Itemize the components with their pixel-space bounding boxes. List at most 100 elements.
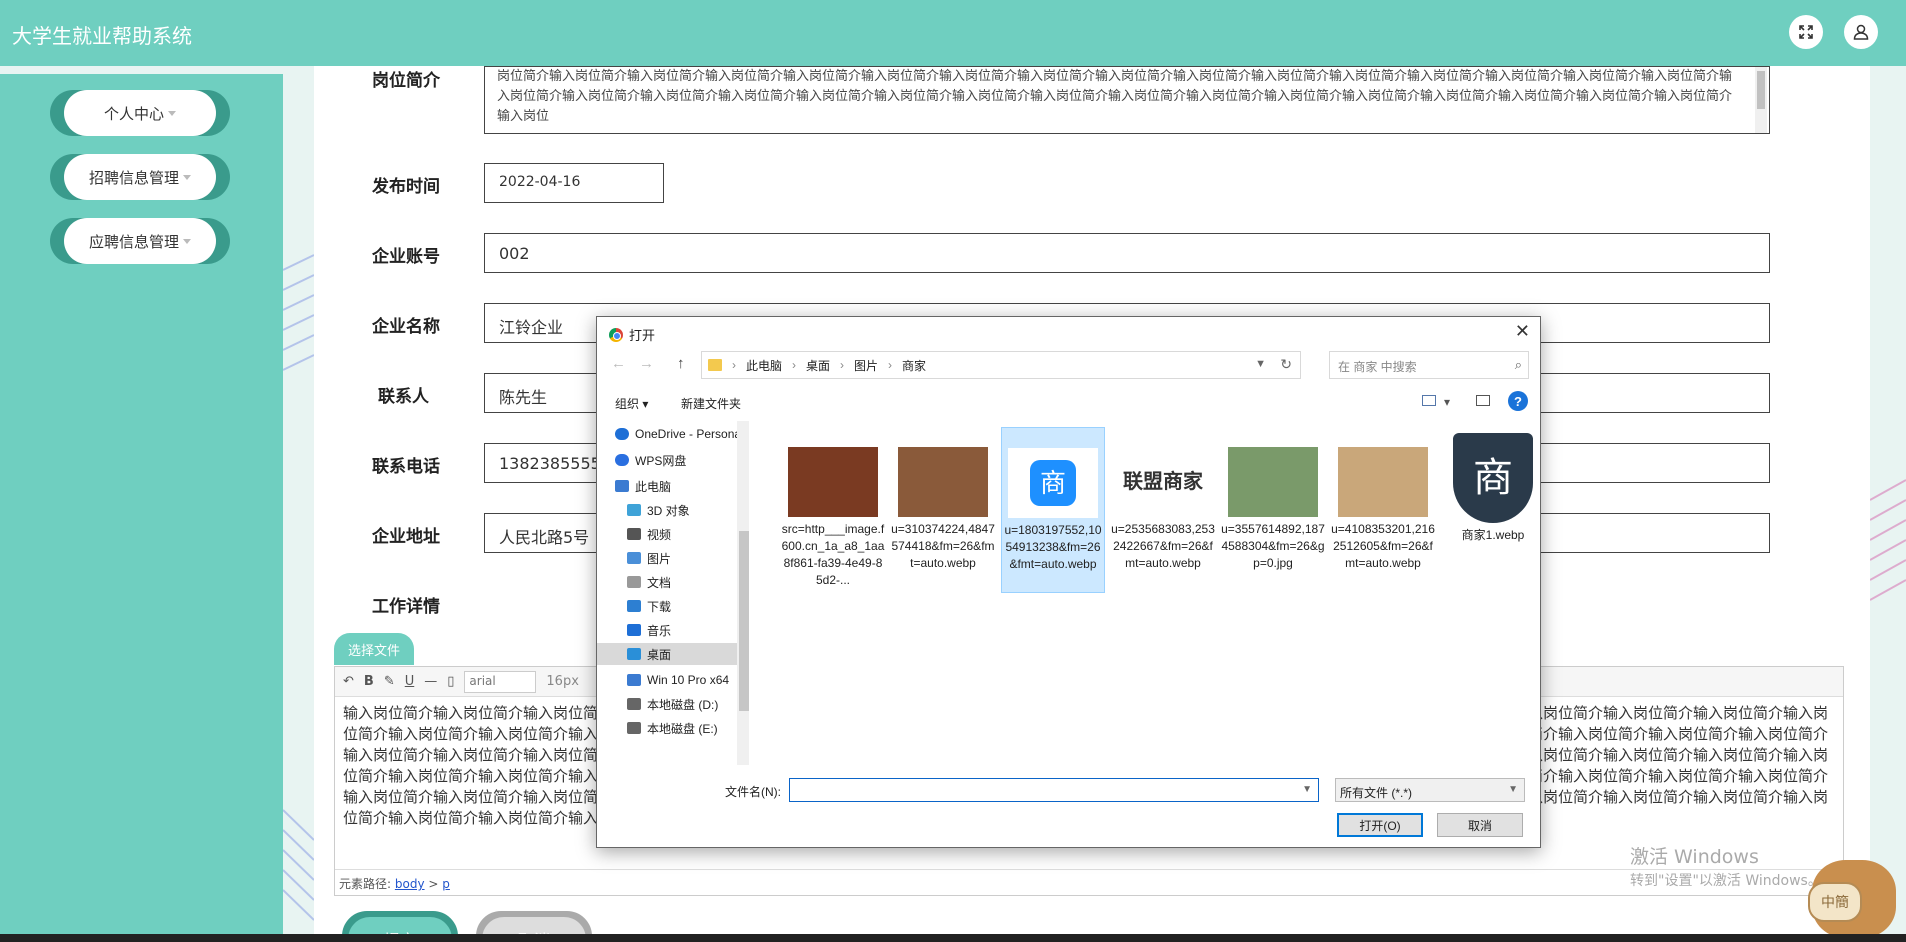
bold-icon[interactable]: B bbox=[364, 674, 374, 689]
file-item[interactable]: u=3557614892,1874588304&fm=26&gp=0.jpg bbox=[1221, 427, 1325, 572]
organize-label: 组织 bbox=[615, 397, 640, 411]
tree-item-win10[interactable]: Win 10 Pro x64 bbox=[627, 669, 749, 691]
publish-time-input[interactable]: 2022-04-16 bbox=[484, 163, 664, 203]
app-title: 大学生就业帮助系统 bbox=[12, 24, 192, 48]
sidebar-item-label: 个人中心 bbox=[103, 104, 164, 123]
description-scrollbar[interactable] bbox=[1755, 67, 1767, 133]
breadcrumb-item[interactable]: 图片 bbox=[854, 357, 878, 374]
sidebar-item-recruitment[interactable]: 招聘信息管理 bbox=[50, 154, 230, 200]
file-item[interactable]: src=http___image.f600.cn_1a_a8_1aa8f861-… bbox=[781, 427, 885, 589]
mascot-badge[interactable]: 中簡 bbox=[1808, 882, 1862, 922]
file-item-selected[interactable]: 商 u=1803197552,1054913238&fm=26&fmt=auto… bbox=[1001, 427, 1105, 593]
font-family-select[interactable]: arial bbox=[464, 670, 537, 693]
tree-item-music[interactable]: 音乐 bbox=[627, 619, 749, 641]
format-painter-icon[interactable]: ✎ bbox=[384, 674, 395, 689]
file-item[interactable]: u=4108353201,2162512605&fm=26&fmt=auto.w… bbox=[1331, 427, 1435, 572]
path-p-link[interactable]: p bbox=[442, 877, 450, 891]
field-label-publish-time: 发布时间 bbox=[372, 177, 440, 197]
user-icon bbox=[1853, 24, 1869, 40]
file-item[interactable]: 联盟商家 u=2535683083,2532422667&fm=26&fmt=a… bbox=[1111, 427, 1215, 572]
tree-item-label: 本地磁盘 (D:) bbox=[647, 697, 719, 712]
dialog-title-bar: 打开 bbox=[609, 325, 655, 344]
choose-file-button[interactable]: 选择文件 bbox=[334, 633, 414, 665]
tree-item-documents[interactable]: 文档 bbox=[627, 571, 749, 593]
tree-item-drive-d[interactable]: 本地磁盘 (D:) bbox=[627, 693, 749, 715]
tree-scrollbar[interactable] bbox=[737, 421, 749, 765]
up-icon[interactable]: ↑ bbox=[677, 355, 685, 372]
horizontal-rule-icon[interactable]: — bbox=[424, 674, 437, 689]
breadcrumb-item[interactable]: 此电脑 bbox=[746, 357, 782, 374]
file-name: u=310374224,4847574418&fm=26&fmt=auto.we… bbox=[891, 522, 995, 570]
filetype-select[interactable]: 所有文件 (*.*) ▼ bbox=[1335, 778, 1525, 802]
file-item[interactable]: u=310374224,4847574418&fm=26&fmt=auto.we… bbox=[891, 427, 995, 572]
forward-icon[interactable]: → bbox=[639, 355, 654, 372]
file-name: 商家1.webp bbox=[1461, 528, 1525, 542]
tree-item-wps[interactable]: WPS网盘 bbox=[615, 449, 749, 471]
tree-item-this-pc[interactable]: 此电脑 bbox=[615, 475, 749, 497]
view-mode-icon[interactable] bbox=[1422, 395, 1436, 406]
computer-icon bbox=[615, 480, 629, 492]
user-button[interactable] bbox=[1844, 15, 1878, 49]
dialog-toolbar: 组织 ▾ 新建文件夹 ▾ ? bbox=[597, 387, 1540, 417]
breadcrumb-item[interactable]: 桌面 bbox=[806, 357, 830, 374]
file-item[interactable]: 商 商家1.webp bbox=[1441, 427, 1545, 544]
breadcrumb-item[interactable]: 商家 bbox=[902, 357, 926, 374]
field-label-company: 企业名称 bbox=[372, 317, 440, 337]
element-path: 元素路径: body > p bbox=[335, 869, 1843, 895]
page-icon[interactable]: ▯ bbox=[447, 674, 454, 689]
expand-icon bbox=[1799, 25, 1813, 39]
filename-row: 文件名(N): ▼ 所有文件 (*.*) ▼ bbox=[597, 775, 1540, 805]
path-body-link[interactable]: body bbox=[395, 877, 425, 891]
open-button[interactable]: 打开(O) bbox=[1337, 813, 1423, 837]
underline-icon[interactable]: U bbox=[405, 674, 415, 689]
new-folder-button[interactable]: 新建文件夹 bbox=[681, 395, 741, 412]
tree-item-label: OneDrive - Personal bbox=[635, 427, 744, 441]
chevron-down-icon[interactable]: ▼ bbox=[1255, 358, 1266, 370]
sidebar-item-personal-center[interactable]: 个人中心 bbox=[50, 90, 230, 136]
filename-input[interactable]: ▼ bbox=[789, 778, 1319, 802]
field-label-address: 企业地址 bbox=[372, 527, 440, 547]
tree-item-label: 此电脑 bbox=[635, 479, 672, 494]
tree-item-pictures[interactable]: 图片 bbox=[627, 547, 749, 569]
drive-icon bbox=[627, 674, 641, 686]
field-label-contact: 联系人 bbox=[378, 387, 429, 407]
sidebar: 个人中心 招聘信息管理 应聘信息管理 bbox=[0, 74, 283, 942]
description-text: 岗位简介输入岗位简介输入岗位简介输入岗位简介输入岗位简介输入岗位简介输入岗位简介… bbox=[497, 69, 1733, 124]
close-icon[interactable]: ✕ bbox=[1515, 321, 1530, 342]
font-size-select[interactable]: 16px bbox=[546, 674, 579, 689]
chevron-right-icon: › bbox=[840, 358, 845, 372]
dialog-cancel-button[interactable]: 取消 bbox=[1437, 813, 1523, 837]
filename-label: 文件名(N): bbox=[725, 785, 781, 799]
tree-item-videos[interactable]: 视频 bbox=[627, 523, 749, 545]
tree-item-3d-objects[interactable]: 3D 对象 bbox=[627, 499, 749, 521]
top-bar: 大学生就业帮助系统 bbox=[0, 0, 1906, 66]
help-icon[interactable]: ? bbox=[1508, 391, 1528, 411]
font-family-value: arial bbox=[469, 673, 496, 688]
tree-item-label: 3D 对象 bbox=[647, 503, 690, 518]
undo-icon[interactable]: ↶ bbox=[343, 674, 354, 689]
search-input[interactable]: 在 商家 中搜索 ⌕ bbox=[1329, 351, 1529, 379]
desktop-icon bbox=[627, 648, 641, 660]
address-bar[interactable]: › 此电脑 › 桌面 › 图片 › 商家 ▼ ↻ bbox=[701, 351, 1301, 379]
chevron-down-icon[interactable]: ▾ bbox=[1444, 395, 1450, 409]
description-textarea[interactable]: 岗位简介输入岗位简介输入岗位简介输入岗位简介输入岗位简介输入岗位简介输入岗位简介… bbox=[484, 66, 1770, 134]
tree-item-desktop[interactable]: 桌面 bbox=[597, 643, 737, 665]
cube-icon bbox=[627, 504, 641, 516]
folder-icon bbox=[708, 359, 722, 371]
tree-item-onedrive[interactable]: OneDrive - Personal bbox=[615, 423, 749, 445]
dialog-title: 打开 bbox=[629, 328, 656, 343]
refresh-icon[interactable]: ↻ bbox=[1280, 356, 1292, 373]
sidebar-item-application[interactable]: 应聘信息管理 bbox=[50, 218, 230, 264]
account-input[interactable]: 002 bbox=[484, 233, 1770, 273]
organize-menu[interactable]: 组织 ▾ bbox=[615, 395, 648, 412]
bottom-bar bbox=[0, 934, 1906, 942]
chevron-down-icon bbox=[168, 110, 176, 116]
chevron-down-icon[interactable]: ▼ bbox=[1302, 784, 1312, 795]
chrome-icon bbox=[609, 327, 623, 342]
tree-item-drive-e[interactable]: 本地磁盘 (E:) bbox=[627, 717, 749, 739]
tree-item-downloads[interactable]: 下载 bbox=[627, 595, 749, 617]
preview-pane-icon[interactable] bbox=[1476, 395, 1490, 406]
back-icon[interactable]: ← bbox=[611, 355, 626, 372]
fullscreen-button[interactable] bbox=[1789, 15, 1823, 49]
chevron-right-icon: › bbox=[888, 358, 893, 372]
